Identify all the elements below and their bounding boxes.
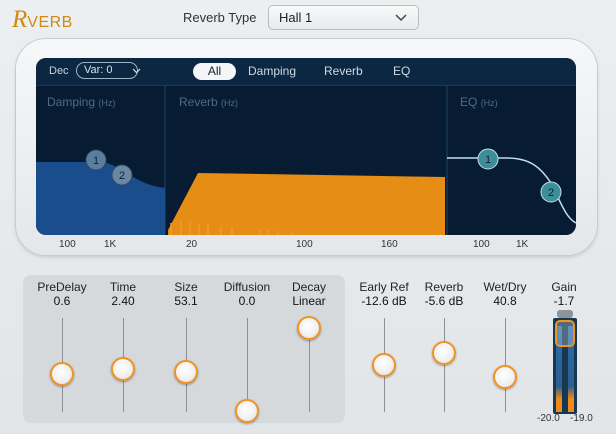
- reverb-type-value: Hall 1: [279, 10, 313, 25]
- x-tick-label: 1K: [104, 239, 117, 250]
- param-value-decay: Linear: [292, 294, 326, 308]
- x-tick-label: 100: [59, 239, 76, 250]
- param-value-size: 53.1: [174, 294, 198, 308]
- eq-node-1[interactable]: 1: [477, 148, 499, 170]
- node-label: 1: [93, 155, 99, 167]
- fader-track-reverb[interactable]: [444, 318, 445, 412]
- x-tick-label: 100: [473, 239, 490, 250]
- param-name-decay: Decay: [291, 280, 326, 294]
- fader-knob-size[interactable]: [174, 359, 198, 384]
- param-value-predelay: 0.6: [53, 294, 71, 308]
- eq-node-2[interactable]: 2: [540, 181, 562, 203]
- meter-right-readout: -19.0: [570, 413, 593, 424]
- fader-knob-time[interactable]: [111, 356, 135, 381]
- fader-knob-diffusion[interactable]: [235, 399, 259, 423]
- section-unit: (Hz): [98, 98, 116, 108]
- x-tick-label: 160: [381, 239, 398, 250]
- param-name-reverb: Reverb: [424, 280, 464, 294]
- gain-fader-cap: [557, 310, 573, 318]
- x-tick-label: 1K: [516, 239, 529, 250]
- node-label: 1: [485, 154, 491, 166]
- section-title-eq: EQ (Hz): [460, 95, 498, 109]
- meter-left-readout: -20.0: [537, 413, 560, 424]
- damping-node-1[interactable]: 1: [85, 149, 107, 171]
- node-label: 2: [548, 187, 554, 199]
- fader-knob-reverb[interactable]: [432, 340, 456, 365]
- reverb-logo: RVERB: [12, 6, 73, 34]
- x-tick-label: 20: [186, 239, 198, 250]
- fader-knob-wet-dry[interactable]: [493, 364, 517, 389]
- param-name-diffusion: Diffusion: [223, 280, 271, 294]
- reverb-envelope: [168, 173, 445, 235]
- section-title: Damping: [47, 95, 96, 109]
- gain-name: Gain: [551, 280, 577, 294]
- reverb-type-label: Reverb Type: [183, 10, 257, 25]
- gain-fader-handle[interactable]: [555, 320, 575, 347]
- damping-node-2[interactable]: 2: [111, 164, 133, 186]
- section-unit: (Hz): [221, 98, 239, 108]
- fader-knob-early-ref[interactable]: [372, 353, 396, 378]
- damping-curve: [36, 162, 165, 235]
- x-tick-label: 100: [296, 239, 313, 250]
- node-label: 2: [119, 170, 125, 182]
- reverb-type-select[interactable]: Hall 1: [268, 5, 419, 30]
- param-value-reverb: -5.6 dB: [424, 294, 464, 308]
- fader-track-diffusion[interactable]: [247, 318, 248, 412]
- logo-text: VERB: [27, 14, 73, 31]
- chevron-down-icon: [394, 6, 408, 36]
- section-title: Reverb: [179, 95, 218, 109]
- param-name-predelay: PreDelay: [37, 280, 87, 294]
- section-title: EQ: [460, 95, 478, 109]
- section-unit: (Hz): [480, 98, 498, 108]
- graph-display: Dec Var: 0 All Damping Reverb EQ 1 2 1 2…: [36, 58, 576, 235]
- section-title-damping: Damping (Hz): [47, 95, 115, 109]
- logo-initial: R: [12, 6, 28, 33]
- fader-knob-decay[interactable]: [297, 316, 321, 340]
- param-value-time: 2.40: [111, 294, 135, 308]
- graph-canvas: 1 2 1 2: [36, 86, 576, 235]
- gain-value: -1.7: [553, 294, 575, 308]
- section-title-reverb: Reverb (Hz): [179, 95, 238, 109]
- param-name-size: Size: [174, 280, 198, 294]
- param-name-time: Time: [109, 280, 137, 294]
- param-value-diffusion: 0.0: [238, 294, 256, 308]
